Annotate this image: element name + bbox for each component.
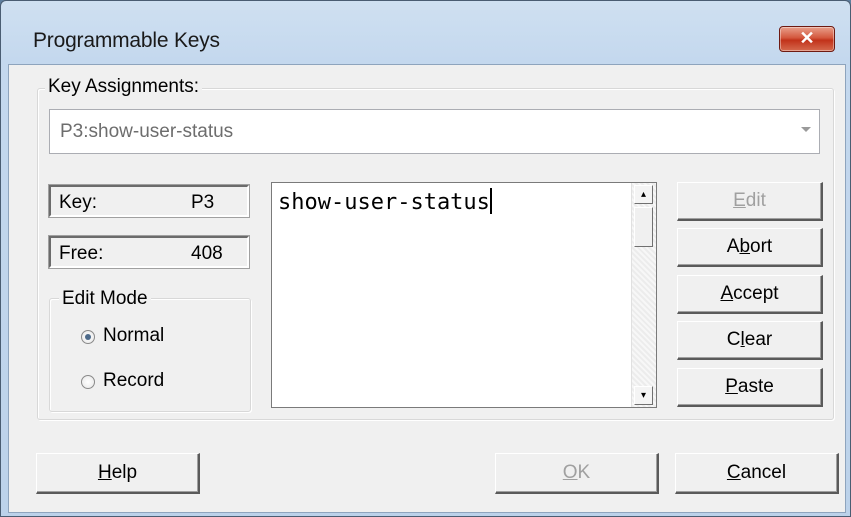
radio-unselected-icon	[81, 375, 95, 389]
free-info-box: Free: 408	[48, 235, 250, 269]
window-title: Programmable Keys	[33, 29, 220, 52]
radio-selected-icon	[81, 330, 95, 344]
editor-scrollbar[interactable]: ▴ ▾	[631, 183, 656, 407]
text-caret	[489, 188, 492, 214]
paste-button[interactable]: Paste	[677, 368, 823, 407]
close-icon: ✕	[799, 28, 815, 48]
key-label: Key:	[59, 192, 98, 213]
key-assignments-label: Key Assignments:	[45, 76, 203, 98]
scroll-up-icon[interactable]: ▴	[634, 185, 653, 204]
radio-normal[interactable]: Normal	[81, 325, 221, 351]
ok-button[interactable]: OK	[495, 453, 659, 494]
abort-button[interactable]: Abort	[677, 228, 823, 267]
free-value: 408	[191, 243, 223, 264]
dialog-client-area: Key Assignments: P3:show-user-status Key…	[8, 64, 846, 513]
key-assignments-combo[interactable]: P3:show-user-status	[49, 109, 820, 154]
scrollbar-thumb[interactable]	[634, 207, 653, 247]
macro-editor[interactable]: show-user-status ▴ ▾	[271, 182, 657, 408]
edit-mode-label: Edit Mode	[59, 288, 151, 310]
chevron-down-icon[interactable]	[801, 127, 811, 132]
free-label: Free:	[59, 243, 104, 264]
edit-button[interactable]: Edit	[677, 182, 823, 221]
macro-editor-text[interactable]: show-user-status	[278, 188, 492, 215]
key-assignments-combo-value: P3:show-user-status	[60, 121, 234, 142]
key-value: P3	[191, 192, 215, 213]
key-info-box: Key: P3	[48, 184, 250, 218]
accept-button[interactable]: Accept	[677, 275, 823, 314]
scroll-down-icon[interactable]: ▾	[634, 386, 653, 405]
cancel-button[interactable]: Cancel	[675, 453, 839, 494]
radio-record-label: Record	[103, 370, 165, 391]
radio-record[interactable]: Record	[81, 370, 221, 396]
help-button[interactable]: Help	[36, 453, 200, 494]
radio-normal-label: Normal	[103, 325, 165, 346]
dialog-window: Programmable Keys ✕ Key Assignments: P3:…	[0, 0, 851, 517]
close-button[interactable]: ✕	[779, 26, 835, 52]
clear-button[interactable]: Clear	[677, 321, 823, 360]
